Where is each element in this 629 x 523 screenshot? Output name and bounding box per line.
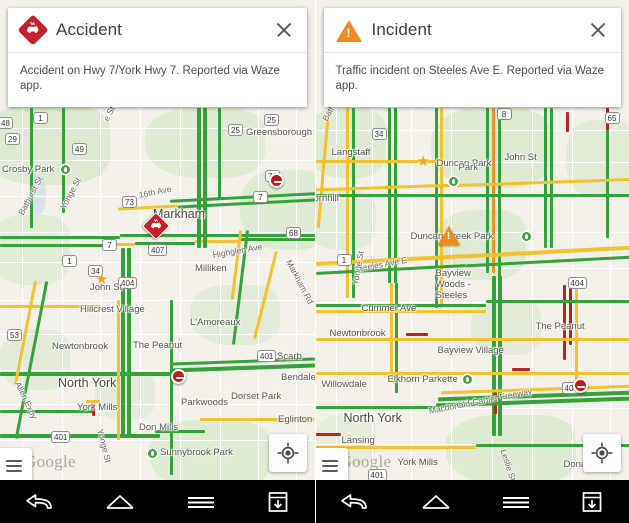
phone-screen-left: 1 48 29 49 25 25 73 73 7 68 7 407 404 1 … bbox=[0, 0, 315, 523]
park-icon bbox=[148, 449, 157, 458]
back-button[interactable] bbox=[25, 491, 55, 513]
phone-screen-right: 34 65 8 1 404 404 401 Langstaff ★ Duncan… bbox=[314, 0, 629, 523]
highway-shield: 7 bbox=[253, 191, 268, 203]
highway-shield: 8 bbox=[496, 108, 512, 120]
my-location-button[interactable] bbox=[268, 434, 307, 472]
card-header: Accident bbox=[8, 8, 307, 53]
accident-diamond-icon bbox=[17, 14, 49, 46]
close-icon[interactable] bbox=[585, 17, 611, 43]
map-label: Hillcrest Village bbox=[80, 304, 145, 315]
incident-warning-icon bbox=[335, 17, 362, 43]
car-crash-glyph bbox=[150, 217, 162, 235]
star-icon: ★ bbox=[95, 271, 109, 288]
highway-shield: 29 bbox=[5, 133, 20, 145]
hide-keyboard-button[interactable] bbox=[266, 490, 290, 514]
park-icon bbox=[521, 232, 531, 241]
map-marker-road-closed[interactable] bbox=[269, 173, 284, 188]
card-title: Incident bbox=[371, 20, 432, 39]
map-label: Eglinton E bbox=[278, 414, 315, 425]
map-label: Sunnybrook Park bbox=[160, 447, 233, 458]
map-marker-road-closed[interactable] bbox=[572, 378, 588, 393]
map-label: Newtonbrook bbox=[329, 328, 386, 339]
map-label: Milliken bbox=[195, 263, 227, 274]
map-label: Don Mills bbox=[139, 422, 179, 433]
map-label: ornhill bbox=[315, 193, 339, 204]
car-crash-glyph bbox=[26, 21, 40, 40]
star-icon: ★ bbox=[416, 153, 430, 170]
my-location-icon bbox=[277, 442, 298, 464]
highway-shield: 404 bbox=[567, 277, 587, 289]
hide-keyboard-button[interactable] bbox=[580, 490, 604, 514]
map-marker-incident[interactable] bbox=[437, 226, 460, 245]
map-label: Langstaff bbox=[331, 147, 371, 158]
highway-shield: 73 bbox=[122, 196, 137, 208]
map-menu-button[interactable] bbox=[315, 448, 348, 480]
map-label: Greensborough bbox=[246, 127, 313, 138]
highway-shield: 49 bbox=[72, 143, 87, 155]
map-label: Cummer Ave bbox=[361, 303, 417, 314]
highway-shield: 25 bbox=[264, 114, 279, 126]
highway-shield: 48 bbox=[0, 117, 13, 129]
map-label: Park bbox=[458, 162, 479, 173]
map-label: Elkhorn Parkette bbox=[387, 374, 458, 385]
highway-shield: 401 bbox=[257, 350, 277, 362]
map-label: York Mills bbox=[397, 457, 438, 468]
close-icon[interactable] bbox=[271, 17, 297, 43]
hamburger-icon bbox=[6, 460, 22, 475]
map-label: Lansing bbox=[341, 435, 375, 446]
map-label: Parkwoods bbox=[181, 397, 228, 408]
home-button[interactable] bbox=[104, 491, 136, 513]
android-navigation-bar bbox=[0, 480, 315, 523]
highway-shield: 25 bbox=[228, 124, 243, 136]
card-description: Accident on Hwy 7/York Hwy 7. Reported v… bbox=[20, 65, 280, 92]
recent-apps-button[interactable] bbox=[501, 491, 531, 513]
highway-shield: 1 bbox=[336, 254, 352, 266]
map-label: Bayview Village bbox=[437, 345, 504, 356]
map-label: L'Amoreaux bbox=[190, 317, 241, 328]
map-label: Dorset Park bbox=[231, 391, 282, 402]
incident-info-card-right: Incident Traffic incident on Steeles Ave… bbox=[323, 8, 621, 107]
android-navigation-bar bbox=[315, 480, 629, 523]
map-label: Willowdale bbox=[321, 379, 367, 390]
highway-shield: 65 bbox=[604, 112, 620, 124]
highway-shield: 34 bbox=[371, 128, 387, 140]
map-label: York Mills bbox=[77, 402, 118, 413]
highway-shield: 7 bbox=[102, 239, 117, 251]
map-label: The Peanut bbox=[133, 340, 183, 351]
map-label: North York bbox=[343, 411, 402, 425]
card-header: Incident bbox=[323, 8, 621, 53]
map-marker-road-closed[interactable] bbox=[171, 369, 186, 384]
map-label: North York bbox=[58, 376, 117, 390]
incident-info-card-left: Accident Accident on Hwy 7/York Hwy 7. R… bbox=[8, 8, 307, 107]
my-location-icon bbox=[591, 442, 613, 464]
park-icon bbox=[61, 165, 70, 174]
screenshot-root: 1 48 29 49 25 25 73 73 7 68 7 407 404 1 … bbox=[0, 0, 629, 523]
home-button[interactable] bbox=[420, 491, 452, 513]
card-description: Traffic incident on Steeles Ave E. Repor… bbox=[335, 65, 604, 92]
highway-shield: 53 bbox=[7, 329, 22, 341]
map-label: Bayview Woods - Steeles bbox=[435, 268, 471, 301]
highway-shield: 1 bbox=[33, 112, 48, 124]
hamburger-icon bbox=[321, 460, 338, 475]
highway-shield: 407 bbox=[148, 244, 168, 256]
map-label: Newtonbrook bbox=[52, 341, 108, 352]
highway-shield: 401 bbox=[51, 431, 71, 443]
park-icon bbox=[448, 177, 458, 186]
back-button[interactable] bbox=[340, 491, 370, 513]
highway-shield: 68 bbox=[286, 227, 301, 239]
map-label: The Peanut bbox=[535, 321, 585, 332]
recent-apps-button[interactable] bbox=[186, 491, 216, 513]
card-title: Accident bbox=[56, 20, 123, 39]
map-label: Bendale bbox=[281, 372, 315, 383]
map-label: John St bbox=[504, 152, 537, 163]
highway-shield: 1 bbox=[62, 255, 77, 267]
map-menu-button[interactable] bbox=[0, 448, 32, 480]
map-label: Crosby Park bbox=[2, 164, 55, 175]
my-location-button[interactable] bbox=[583, 434, 621, 472]
park-icon bbox=[462, 375, 472, 384]
map-label: Scarb bbox=[277, 351, 302, 362]
